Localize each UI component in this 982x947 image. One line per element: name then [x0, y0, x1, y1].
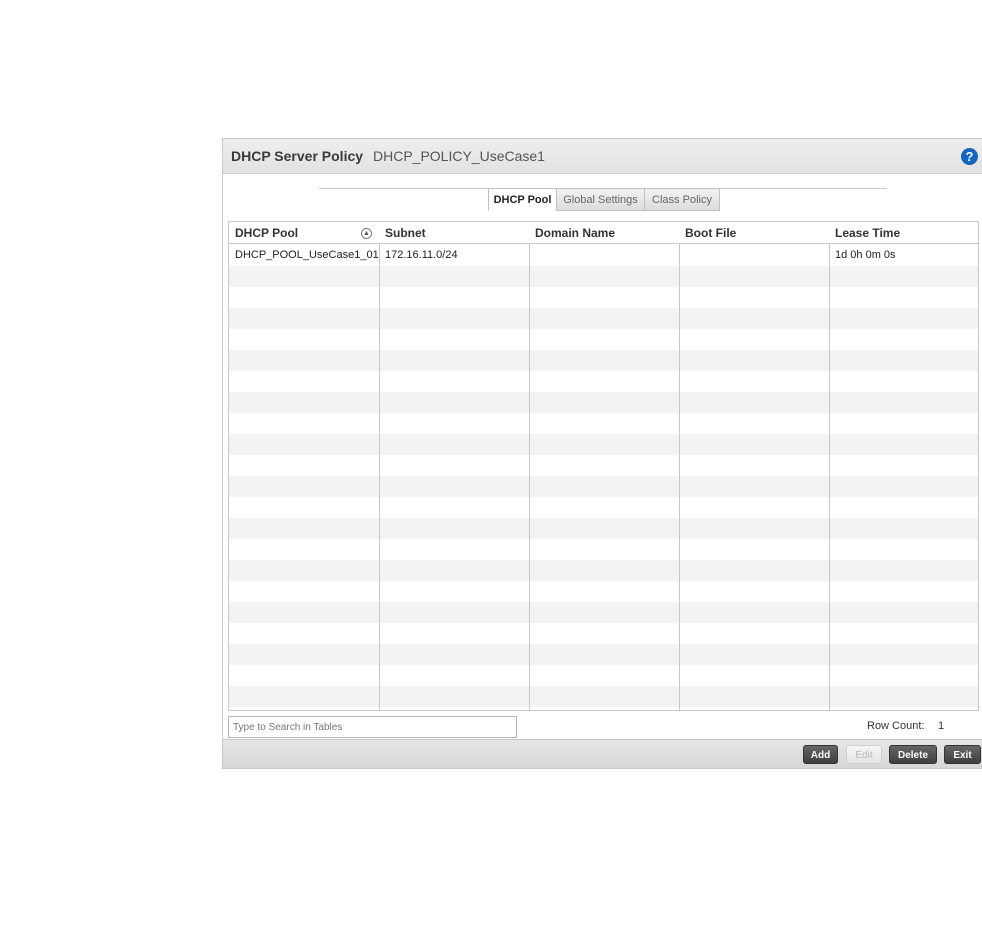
table-row [229, 455, 978, 476]
tab-dhcp-pool[interactable]: DHCP Pool [488, 188, 557, 211]
table-cell: 172.16.11.0/24 [385, 249, 458, 261]
column-header-subnet[interactable]: Subnet [379, 222, 530, 244]
table-row [229, 308, 978, 329]
table-row [229, 581, 978, 602]
table-row [229, 266, 978, 287]
column-header-domain-name[interactable]: Domain Name [529, 222, 680, 244]
table-row [229, 644, 978, 665]
dhcp-pool-table: DHCP_POOL_UseCase1_01 172.16.11.0/24 1d 0h… [228, 221, 979, 711]
help-icon[interactable]: ? [961, 148, 978, 165]
table-cell [529, 245, 679, 266]
delete-button[interactable]: Delete [889, 745, 937, 764]
column-divider [829, 222, 830, 710]
table-row[interactable]: DHCP_POOL_UseCase1_01 172.16.11.0/24 1d 0h… [229, 245, 978, 266]
policy-name: DHCP_POLICY_UseCase1 [373, 148, 545, 164]
row-count-label: Row Count: [867, 720, 925, 732]
edit-button[interactable]: Edit [846, 745, 882, 764]
table-row [229, 665, 978, 686]
exit-button[interactable]: Exit [944, 745, 981, 764]
column-divider [679, 222, 680, 710]
table-row [229, 434, 978, 455]
column-header-boot-file[interactable]: Boot File [679, 222, 830, 244]
page-title: DHCP Server Policy [231, 148, 364, 164]
table-row [229, 623, 978, 644]
table-row [229, 329, 978, 350]
table-row [229, 560, 978, 581]
table-row [229, 539, 978, 560]
search-input[interactable] [228, 716, 517, 738]
table-cell [679, 245, 829, 266]
table-cell: DHCP_POOL_UseCase1_01 [235, 249, 379, 261]
table-row [229, 602, 978, 623]
column-header-label: DHCP Pool [235, 226, 299, 240]
table-row [229, 392, 978, 413]
panel-header: DHCP Server Policy DHCP_POLICY_UseCase1 … [223, 139, 982, 174]
add-button[interactable]: Add [803, 745, 838, 764]
table-row [229, 287, 978, 308]
dhcp-server-policy-panel: DHCP Server Policy DHCP_POLICY_UseCase1 … [222, 138, 982, 769]
tab-class-policy[interactable]: Class Policy [644, 188, 720, 211]
table-row [229, 518, 978, 539]
column-header-lease-time[interactable]: Lease Time [829, 222, 978, 244]
table-row [229, 350, 978, 371]
table-row [229, 371, 978, 392]
column-header-dhcp-pool[interactable]: DHCP Pool ▲ [229, 222, 380, 244]
table-row [229, 476, 978, 497]
column-divider [379, 222, 380, 710]
sort-ascending-icon[interactable]: ▲ [361, 228, 372, 239]
table-row [229, 497, 978, 518]
column-divider [529, 222, 530, 710]
row-count-value: 1 [938, 720, 945, 732]
button-bar: Add Edit Delete Exit [223, 739, 982, 768]
table-row [229, 686, 978, 707]
tab-global-settings[interactable]: Global Settings [556, 188, 645, 211]
table-cell: 1d 0h 0m 0s [835, 249, 896, 261]
table-row [229, 413, 978, 434]
